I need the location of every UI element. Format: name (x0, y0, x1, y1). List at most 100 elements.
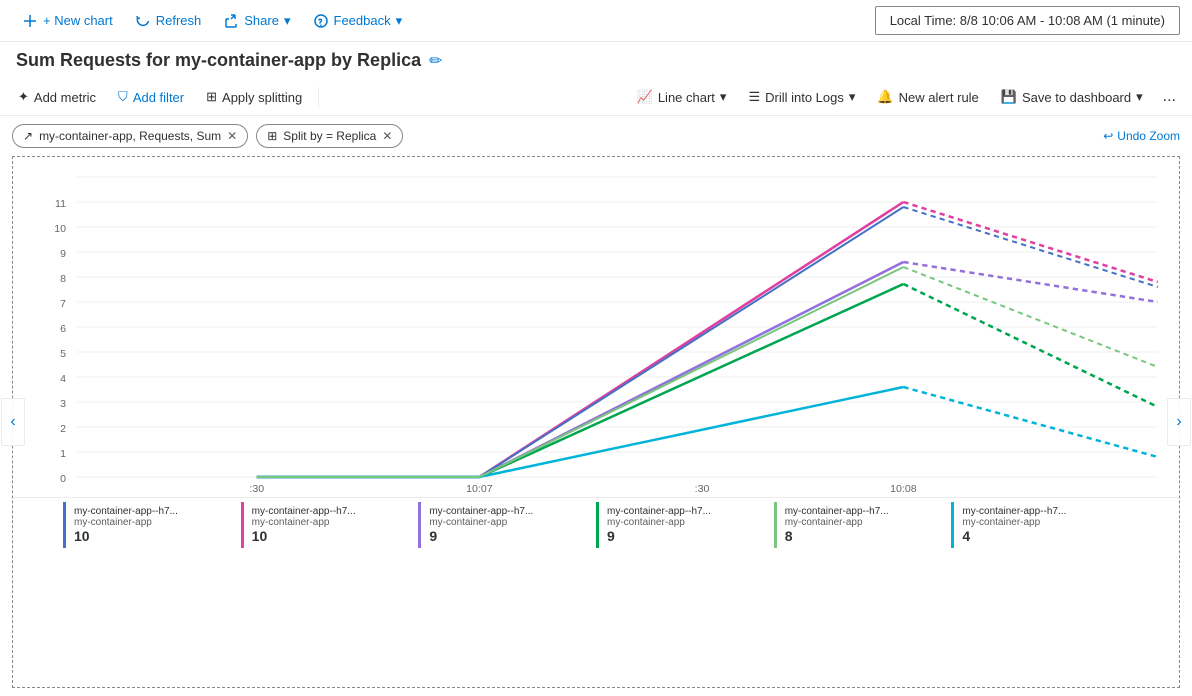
legend-value-0: 10 (74, 528, 233, 544)
top-bar-left: + New chart Refresh Share ▾ Feedback ▾ (12, 8, 871, 34)
share-button[interactable]: Share ▾ (213, 8, 300, 34)
svg-text::30: :30 (695, 484, 710, 495)
time-range-button[interactable]: Local Time: 8/8 10:06 AM - 10:08 AM (1 m… (875, 6, 1180, 35)
chart-section: ↗ my-container-app, Requests, Sum ✕ ⊞ Sp… (0, 116, 1192, 696)
more-label: ... (1163, 88, 1176, 106)
new-alert-rule-button[interactable]: 🔔 New alert rule (867, 84, 988, 110)
legend-sub-1: my-container-app (252, 517, 411, 528)
add-metric-icon: ✦ (18, 89, 29, 105)
action-bar-right: 📈 Line chart ▾ ☰ Drill into Logs ▾ 🔔 New… (627, 83, 1184, 111)
line-chart-label: Line chart (658, 90, 715, 105)
legend-value-4: 8 (785, 528, 944, 544)
split-tag-close[interactable]: ✕ (382, 129, 392, 143)
add-filter-button[interactable]: ⛉ Add filter (108, 84, 194, 110)
save-icon: 💾 (1001, 89, 1017, 105)
action-bar: ✦ Add metric ⛉ Add filter ⊞ Apply splitt… (0, 79, 1192, 116)
page-title: Sum Requests for my-container-app by Rep… (16, 50, 421, 71)
top-bar: + New chart Refresh Share ▾ Feedback ▾ L… (0, 0, 1192, 42)
line-chart-button[interactable]: 📈 Line chart ▾ (627, 84, 737, 110)
feedback-button[interactable]: Feedback ▾ (303, 8, 413, 34)
drill-chevron: ▾ (849, 89, 856, 105)
svg-text:7: 7 (60, 299, 66, 310)
svg-text:3: 3 (60, 399, 66, 410)
legend-sub-0: my-container-app (74, 517, 233, 528)
save-to-dashboard-button[interactable]: 💾 Save to dashboard ▾ (991, 84, 1153, 110)
legend-item-0: my-container-app--h7... my-container-app… (63, 502, 241, 548)
apply-splitting-label: Apply splitting (222, 90, 302, 105)
undo-zoom-icon: ↩ (1103, 129, 1113, 143)
add-filter-label: Add filter (133, 90, 184, 105)
time-range-label: Local Time: 8/8 10:06 AM - 10:08 AM (1 m… (890, 13, 1165, 28)
svg-text:5: 5 (60, 349, 66, 360)
undo-zoom-button[interactable]: ↩ Undo Zoom (1103, 129, 1180, 143)
drill-label: Drill into Logs (765, 90, 844, 105)
main-content: Sum Requests for my-container-app by Rep… (0, 42, 1192, 696)
legend-value-5: 4 (962, 528, 1121, 544)
legend-label-5: my-container-app--h7... (962, 506, 1121, 517)
filter-icon: ⛉ (118, 89, 128, 105)
metric-tag-icon: ↗ (23, 129, 33, 143)
legend-label-4: my-container-app--h7... (785, 506, 944, 517)
svg-text:10:08: 10:08 (890, 484, 917, 495)
apply-splitting-button[interactable]: ⊞ Apply splitting (196, 84, 312, 110)
feedback-chevron: ▾ (396, 13, 403, 29)
split-tag-text: Split by = Replica (283, 129, 376, 143)
svg-text:1: 1 (60, 449, 66, 460)
drill-into-logs-button[interactable]: ☰ Drill into Logs ▾ (738, 84, 865, 110)
legend-value-3: 9 (607, 528, 766, 544)
add-metric-label: Add metric (34, 90, 96, 105)
split-filter-tag[interactable]: ⊞ Split by = Replica ✕ (256, 124, 403, 148)
legend-item-2: my-container-app--h7... my-container-app… (418, 502, 596, 548)
line-chart-chevron: ▾ (720, 89, 727, 105)
metric-filter-tag[interactable]: ↗ my-container-app, Requests, Sum ✕ (12, 124, 248, 148)
metric-tag-text: my-container-app, Requests, Sum (39, 129, 221, 143)
svg-text:10:07: 10:07 (466, 484, 493, 495)
nav-arrow-left[interactable]: ‹ (1, 398, 25, 446)
alert-icon: 🔔 (877, 89, 893, 105)
separator-1 (318, 87, 319, 107)
legend-item-3: my-container-app--h7... my-container-app… (596, 502, 774, 548)
svg-text:8: 8 (60, 274, 66, 285)
filter-bar: ↗ my-container-app, Requests, Sum ✕ ⊞ Sp… (0, 116, 1192, 156)
legend-item-1: my-container-app--h7... my-container-app… (241, 502, 419, 548)
edit-icon[interactable]: ✏ (429, 51, 442, 71)
legend-label-3: my-container-app--h7... (607, 506, 766, 517)
metric-tag-close[interactable]: ✕ (227, 129, 237, 143)
svg-text:0: 0 (60, 474, 66, 485)
svg-text::30: :30 (249, 484, 264, 495)
refresh-icon (135, 13, 151, 29)
feedback-icon (313, 13, 329, 29)
save-label: Save to dashboard (1022, 90, 1131, 105)
legend-label-2: my-container-app--h7... (429, 506, 588, 517)
svg-text:9: 9 (60, 249, 66, 260)
split-icon: ⊞ (206, 89, 217, 105)
share-chevron: ▾ (284, 13, 291, 29)
legend-sub-4: my-container-app (785, 517, 944, 528)
chart-container: ‹ › 0 1 2 3 (12, 156, 1180, 688)
legend-item-5: my-container-app--h7... my-container-app… (951, 502, 1129, 548)
share-icon (223, 13, 239, 29)
more-options-button[interactable]: ... (1155, 83, 1184, 111)
legend-value-1: 10 (252, 528, 411, 544)
drill-icon: ☰ (748, 89, 760, 105)
plus-icon (22, 13, 38, 29)
add-metric-button[interactable]: ✦ Add metric (8, 84, 106, 110)
svg-text:6: 6 (60, 324, 66, 335)
legend-value-2: 9 (429, 528, 588, 544)
save-chevron: ▾ (1136, 89, 1143, 105)
legend-sub-2: my-container-app (429, 517, 588, 528)
new-chart-button[interactable]: + New chart (12, 8, 123, 34)
feedback-label: Feedback (334, 13, 391, 28)
legend-item-4: my-container-app--h7... my-container-app… (774, 502, 952, 548)
nav-arrow-right[interactable]: › (1167, 398, 1191, 446)
legend-sub-3: my-container-app (607, 517, 766, 528)
legend-label-0: my-container-app--h7... (74, 506, 233, 517)
svg-text:4: 4 (60, 374, 66, 385)
legend-sub-5: my-container-app (962, 517, 1121, 528)
refresh-label: Refresh (156, 13, 202, 28)
title-bar: Sum Requests for my-container-app by Rep… (0, 42, 1192, 79)
chart-svg: 0 1 2 3 4 5 6 7 8 9 10 11 :30 10:07 :30 … (13, 157, 1179, 497)
svg-text:11: 11 (55, 199, 66, 210)
top-bar-right: Local Time: 8/8 10:06 AM - 10:08 AM (1 m… (875, 6, 1180, 35)
refresh-button[interactable]: Refresh (125, 8, 212, 34)
